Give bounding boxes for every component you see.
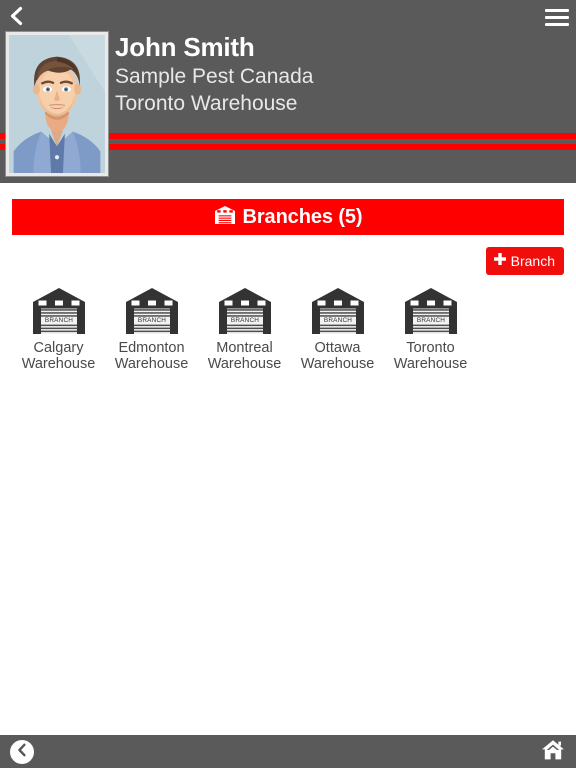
branch-item[interactable]: BRANCH Montreal Warehouse — [198, 286, 291, 372]
branch-name: Calgary Warehouse — [21, 340, 96, 372]
chevron-left-circle-icon — [16, 743, 28, 762]
branches-section-title: Branches (5) — [242, 205, 363, 228]
plus-icon — [493, 252, 507, 271]
branch-item[interactable]: BRANCH Calgary Warehouse — [12, 286, 105, 372]
warehouse-icon — [214, 205, 236, 230]
branch-warehouse-icon: BRANCH — [309, 286, 367, 334]
branch-icon-text: BRANCH — [230, 317, 258, 324]
menu-line — [545, 22, 569, 26]
branch-list: BRANCH Calgary Warehouse BRANCH Edmonton… — [0, 286, 576, 372]
branch-item[interactable]: BRANCH Ottawa Warehouse — [291, 286, 384, 372]
branch-warehouse-icon: BRANCH — [216, 286, 274, 334]
add-branch-button[interactable]: Branch — [485, 247, 564, 275]
banner-inner: Branches (5) — [214, 205, 363, 230]
avatar[interactable] — [5, 31, 109, 177]
app-header: John Smith Sample Pest Canada Toronto Wa… — [0, 0, 576, 183]
company-name: Sample Pest Canada — [115, 65, 314, 88]
user-name: John Smith — [115, 32, 255, 62]
branch-icon-text: BRANCH — [323, 317, 351, 324]
branch-icon-text: BRANCH — [137, 317, 165, 324]
add-branch-label: Branch — [510, 253, 555, 269]
branch-item[interactable]: BRANCH Edmonton Warehouse — [105, 286, 198, 372]
avatar-portrait-image — [9, 35, 105, 173]
branch-name: Edmonton Warehouse — [114, 340, 189, 372]
branches-section-banner[interactable]: Branches (5) — [12, 199, 564, 235]
header-text-block: John Smith Sample Pest Canada Toronto Wa… — [115, 32, 313, 117]
branch-name: Toronto Warehouse — [393, 340, 468, 372]
branch-icon-text: BRANCH — [416, 317, 444, 324]
branch-warehouse-icon: BRANCH — [30, 286, 88, 334]
footer-back-button[interactable] — [10, 740, 34, 764]
app-footer — [0, 735, 576, 768]
home-icon — [541, 739, 565, 766]
menu-line — [545, 15, 569, 19]
main-content: Branches (5) Branch BRANCH Calgary Wareh… — [0, 183, 576, 735]
footer-home-button[interactable] — [540, 739, 566, 766]
hamburger-menu-icon[interactable] — [545, 7, 569, 27]
app-root: John Smith Sample Pest Canada Toronto Wa… — [0, 0, 576, 768]
branch-warehouse-icon: BRANCH — [402, 286, 460, 334]
chevron-left-icon — [8, 6, 24, 26]
menu-line — [545, 8, 569, 12]
branch-warehouse-icon: BRANCH — [123, 286, 181, 334]
location-name: Toronto Warehouse — [115, 92, 298, 115]
branch-item[interactable]: BRANCH Toronto Warehouse — [384, 286, 477, 372]
header-back-button[interactable] — [4, 4, 28, 28]
branch-name: Ottawa Warehouse — [300, 340, 375, 372]
branch-name: Montreal Warehouse — [207, 340, 282, 372]
branch-icon-text: BRANCH — [44, 317, 72, 324]
